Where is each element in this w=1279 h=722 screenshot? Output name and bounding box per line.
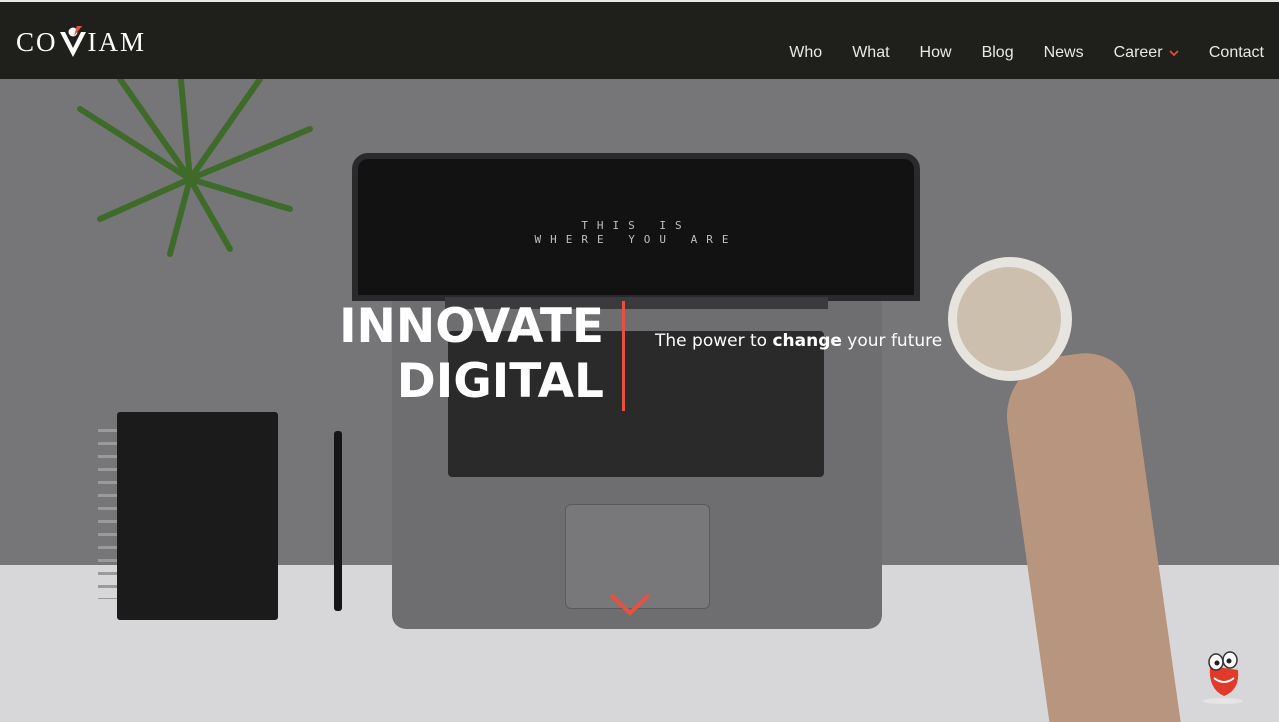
main-nav: Who What How Blog News Career Contact	[774, 32, 1279, 76]
hero-section: THIS IS WHERE YOU ARE INNOVATE DIGITAL T…	[0, 79, 1279, 722]
logo-text-suffix: IAM	[87, 26, 147, 57]
nav-career-label: Career	[1113, 44, 1163, 61]
nav-what[interactable]: What	[837, 32, 904, 76]
logo[interactable]: CO IAM	[16, 22, 146, 62]
tagline-post: your future	[841, 331, 943, 351]
pen-image	[334, 431, 342, 611]
hero-tagline: The power to change your future	[655, 331, 942, 351]
hero-headline: INNOVATE DIGITAL	[330, 299, 604, 409]
plant-image	[77, 79, 313, 257]
headline-line-2: DIGITAL	[396, 354, 604, 409]
laptop-screen-image: THIS IS WHERE YOU ARE	[352, 153, 920, 301]
mascot-icon[interactable]	[1196, 644, 1250, 704]
screen-line-2: WHERE YOU ARE	[534, 233, 738, 246]
scroll-down-button[interactable]	[607, 591, 653, 621]
headline-divider	[622, 301, 625, 411]
nav-career[interactable]: Career	[1099, 32, 1194, 76]
screen-line-1: THIS IS	[581, 219, 691, 232]
logo-text-prefix: CO	[16, 26, 58, 57]
laptop-screen-text: THIS IS WHERE YOU ARE	[358, 219, 914, 247]
logo-v-mark-icon	[59, 25, 87, 58]
site-header: CO IAM Who What How Blog News Career Con…	[0, 0, 1279, 79]
chevron-down-icon	[609, 593, 651, 616]
tagline-pre: The power to	[655, 331, 773, 351]
chevron-down-icon	[1166, 46, 1179, 60]
nav-blog[interactable]: Blog	[967, 32, 1029, 76]
notebook-image	[117, 412, 278, 620]
nav-who[interactable]: Who	[774, 32, 837, 76]
nav-how[interactable]: How	[905, 32, 967, 76]
nav-contact[interactable]: Contact	[1194, 32, 1279, 76]
headline-line-1: INNOVATE	[339, 299, 604, 354]
nav-news[interactable]: News	[1029, 32, 1099, 76]
tagline-bold: change	[772, 331, 842, 351]
coffee-image	[957, 267, 1061, 371]
